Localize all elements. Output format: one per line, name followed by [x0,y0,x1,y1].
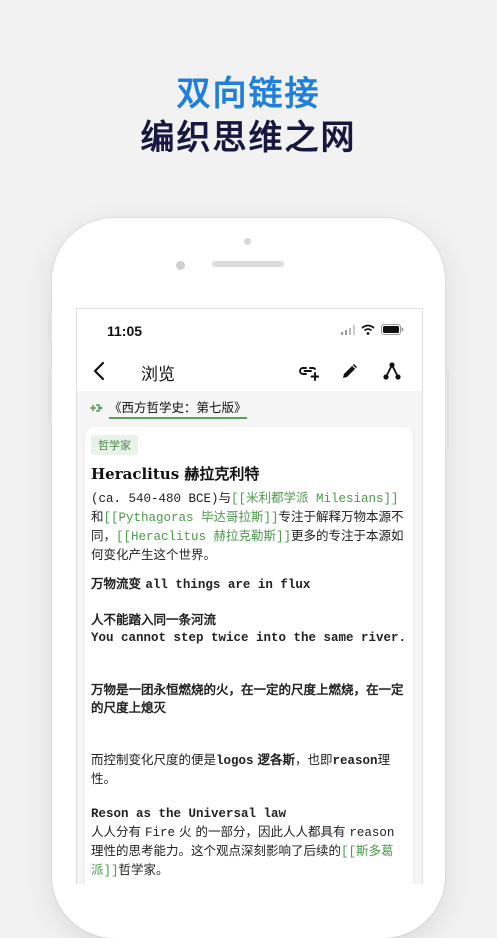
reason-text-2: 火 的一部分，因此人人都具有 [175,824,350,839]
nav-title: 浏览 [141,365,175,385]
note-tag[interactable]: 哲学家 [91,435,138,455]
intro-text-2: 和 [91,509,104,524]
wikilink-milesians[interactable]: [[米利都学派 Milesians]] [231,492,399,506]
phone-mute-switch [48,312,52,342]
reason-word: reason [349,826,395,840]
flux-zh: 万物流变 [91,576,142,591]
note-reason-paragraph: 人人分有 Fire 火 的一部分，因此人人都具有 reason 理性的思考能力。… [91,823,409,880]
add-link-icon[interactable] [297,360,319,382]
note-river-en: You cannot step twice into the same rive… [91,631,407,645]
app-screen: 11:05 浏览 《西方哲学史：第七版》 哲学家 Heraclitus 赫拉克利… [76,308,423,884]
graph-network-icon[interactable] [381,360,403,382]
reason-text-1: 人人分有 [91,824,145,839]
phone-sensor [244,238,251,245]
phone-volume-button [48,368,52,424]
intro-text-1: (ca. 540-480 BCE)与 [91,492,232,506]
status-bar: 11:05 [77,309,422,351]
logos-term: logos [216,754,254,768]
note-card: 哲学家 Heraclitus 赫拉克利特 (ca. 540-480 BCE)与[… [85,427,413,884]
back-arrow-icon[interactable] [89,360,111,382]
reason-term: reason [332,754,378,768]
logos-text-1: 而控制变化尺度的便是 [91,752,217,767]
logos-text-3: ，也即 [295,752,333,767]
status-time: 11:05 [107,323,143,339]
phone-speaker [212,261,284,267]
flux-en: all things are in flux [145,578,311,592]
source-book-title: 《西方哲学史：第七版》 [109,397,247,419]
wikilink-heraclitus[interactable]: [[Heraclitus 赫拉克勒斯]] [116,530,291,544]
note-logos-line: 而控制变化尺度的便是logos 逻各斯，也即reason理性。 [91,751,409,788]
edit-pencil-icon[interactable] [339,360,361,382]
wikilink-pythagoras[interactable]: [[Pythagoras 毕达哥拉斯]] [104,511,279,525]
note-flux-line: 万物流变 all things are in flux [91,575,409,594]
battery-icon [381,324,404,335]
phone-power-button [445,370,449,450]
reason-fire: Fire [144,826,175,840]
nav-bar: 浏览 [77,351,422,391]
reason-text-3: 理性的思考能力。这个观点深刻影响了后续的 [91,843,342,858]
reason-text-4: 哲学家。 [118,862,169,877]
note-fire-line: 万物是一团永恒燃烧的火，在一定的尺度上燃烧，在一定的尺度上熄灭 [91,682,404,715]
promo-subheadline: 编织思维之网 [140,118,357,158]
source-link-icon [90,404,103,412]
wifi-icon [361,324,375,335]
signal-icon [341,324,355,335]
source-book-link[interactable]: 《西方哲学史：第七版》 [89,397,247,419]
logos-zh: 逻各斯 [257,752,296,767]
phone-camera [176,261,185,270]
note-intro-paragraph: (ca. 540-480 BCE)与[[米利都学派 Milesians]]和[[… [91,489,409,564]
status-icons [341,324,404,335]
note-river-zh: 人不能踏入同一条河流 [91,612,217,627]
promo-headline: 双向链接 [176,74,321,114]
note-title: Heraclitus 赫拉克利特 [91,465,260,483]
note-reason-heading: Reson as the Universal law [91,807,287,821]
